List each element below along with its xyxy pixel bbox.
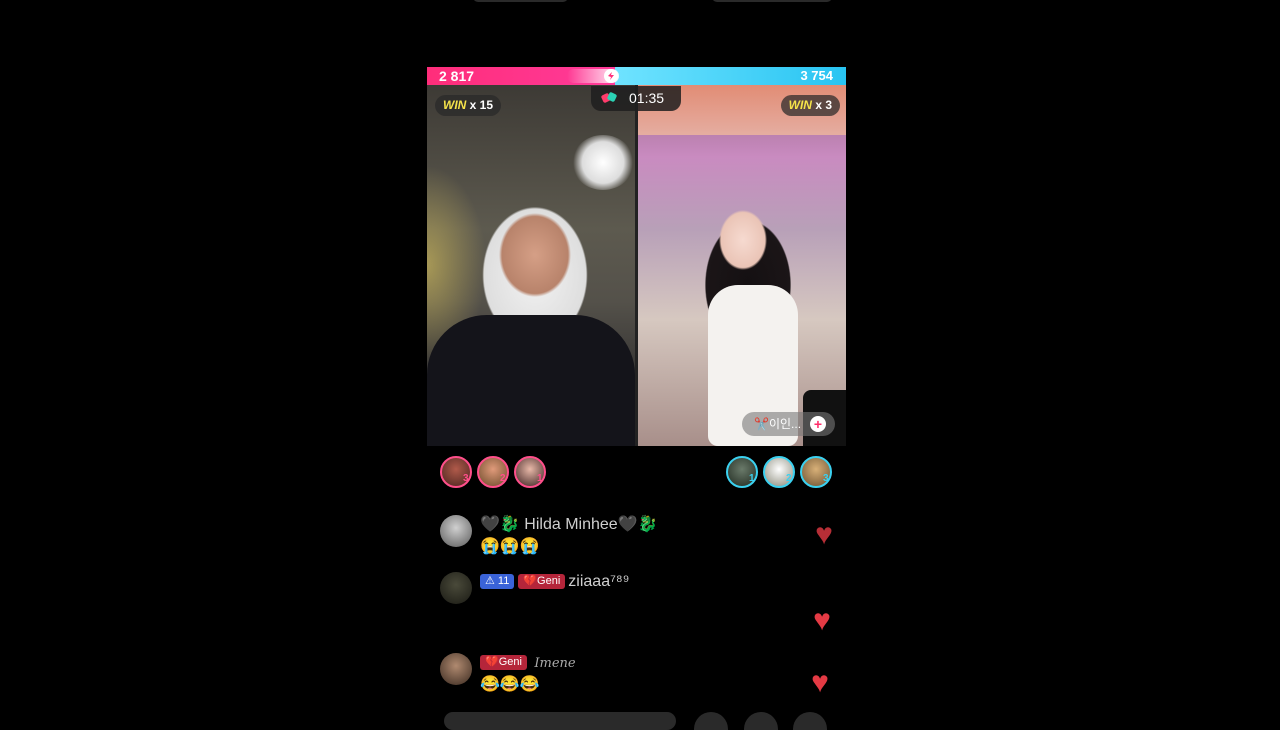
comment-username[interactable]: ziiaaa⁷⁸⁹ bbox=[568, 573, 629, 590]
plus-icon[interactable]: + bbox=[810, 416, 826, 432]
timer-value: 01:35 bbox=[629, 90, 665, 106]
right-win-streak-badge: WIN x 3 bbox=[780, 95, 840, 116]
comment-username[interactable]: 🖤🐉 Hilda Minhee🖤🐉 bbox=[480, 515, 658, 535]
right-top-gifter-2[interactable]: 2 bbox=[763, 456, 795, 488]
more-button[interactable] bbox=[793, 712, 827, 730]
avatar[interactable] bbox=[440, 515, 472, 547]
comment-username[interactable]: Imene bbox=[534, 656, 575, 671]
left-team-score: 2 817 bbox=[439, 68, 475, 84]
live-battle-screen: 2 817 3 754 WIN x 15 WIN x 3 01:35 ✂️이인.… bbox=[427, 0, 846, 730]
left-top-gifter-3[interactable]: 3 bbox=[440, 456, 472, 488]
battle-icon bbox=[601, 92, 617, 103]
heart-icon: ♥ bbox=[811, 666, 829, 699]
right-top-gifter-3[interactable]: 3 bbox=[800, 456, 832, 488]
comment-message: 😂😂😂 bbox=[480, 676, 540, 693]
left-win-streak-badge: WIN x 15 bbox=[435, 95, 502, 116]
right-team-score: 3 754 bbox=[800, 68, 833, 83]
right-top-gifter-1[interactable]: 1 bbox=[726, 456, 758, 488]
avatar[interactable] bbox=[440, 572, 472, 604]
comment-message: 😭😭😭 bbox=[480, 538, 540, 555]
share-button[interactable] bbox=[744, 712, 778, 730]
battle-score-bar: 2 817 3 754 bbox=[427, 67, 846, 85]
left-top-gifter-2[interactable]: 2 bbox=[477, 456, 509, 488]
level-badge: ⚠ 11 bbox=[480, 574, 515, 589]
host-hoodie bbox=[427, 315, 635, 446]
lightning-icon bbox=[604, 69, 618, 83]
battle-timer: 01:35 bbox=[591, 86, 681, 111]
left-top-gifter-1[interactable]: 1 bbox=[514, 456, 546, 488]
heart-icon: ♥ bbox=[813, 604, 831, 637]
avatar[interactable] bbox=[440, 653, 472, 685]
heart-icon: ♥ bbox=[815, 518, 833, 551]
comment-input[interactable] bbox=[444, 712, 676, 730]
gift-button[interactable] bbox=[694, 712, 728, 730]
team-badge: 💔Geni bbox=[480, 655, 527, 670]
team-badge: 💔Geni bbox=[518, 574, 566, 589]
left-host-video[interactable] bbox=[427, 85, 635, 446]
ceiling-lamp bbox=[572, 135, 634, 190]
